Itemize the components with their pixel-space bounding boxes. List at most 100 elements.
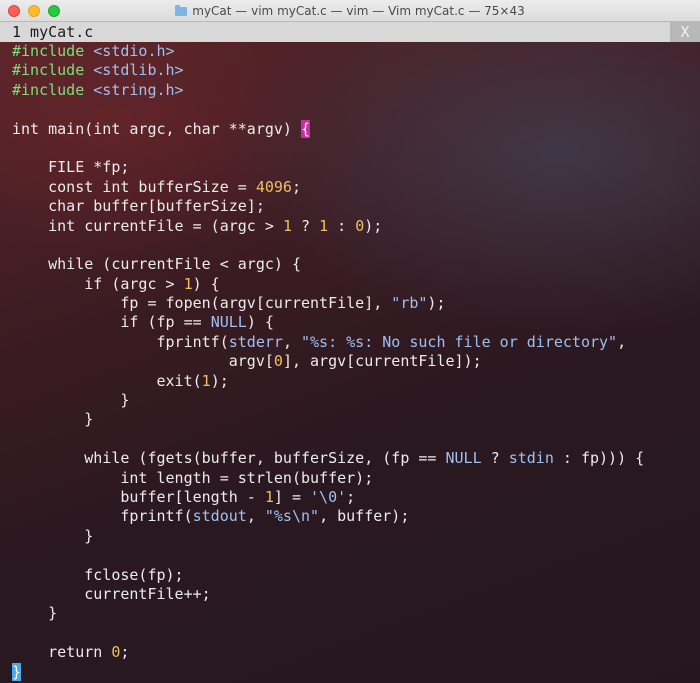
code-line[interactable]: #include <string.h> (12, 81, 644, 100)
code-token: ; (346, 487, 356, 506)
code-line[interactable]: char buffer[bufferSize]; (12, 197, 644, 216)
code-token: , buffer); (319, 507, 410, 526)
code-token: fclose(fp); (12, 565, 184, 584)
code-line[interactable]: fprintf(stderr, "%s: %s: No such file or… (12, 333, 644, 352)
code-line[interactable] (12, 546, 644, 565)
code-token: 4096 (255, 177, 292, 196)
code-token: int currentFile = (argc > (12, 216, 283, 235)
code-line[interactable]: while (currentFile < argc) { (12, 255, 644, 274)
title-bar[interactable]: myCat — vim myCat.c — vim — Vim myCat.c … (0, 0, 700, 22)
code-line[interactable]: exit(1); (12, 372, 644, 391)
code-token: ) { (192, 274, 220, 293)
code-token: #include (12, 42, 94, 60)
window-title-area: myCat — vim myCat.c — vim — Vim myCat.c … (0, 0, 700, 22)
code-line[interactable]: if (argc > 1) { (12, 275, 644, 294)
code-token: "%s: %s: No such file or directory" (301, 332, 618, 351)
code-line[interactable]: int currentFile = (argc > 1 ? 1 : 0); (12, 217, 644, 236)
editor-area[interactable]: #include <stdio.h> #include <stdlib.h> #in… (0, 42, 700, 683)
code-line[interactable]: fprintf(stdout, "%s\n", buffer); (12, 507, 644, 526)
code-token: if (argc > (12, 274, 184, 293)
code-token: 1 (183, 274, 193, 293)
code-token: char buffer[bufferSize]; (12, 197, 265, 216)
code-line[interactable]: } (12, 391, 644, 410)
code-line[interactable]: argv[0], argv[currentFile]); (12, 352, 644, 371)
code-line[interactable]: } (12, 662, 644, 682)
code-token: } (12, 604, 58, 623)
code-token: return (12, 643, 112, 662)
code-line[interactable]: while (fgets(buffer, bufferSize, (fp == … (12, 449, 644, 468)
code-token: "rb" (391, 294, 428, 313)
code-token: <string.h> (93, 80, 184, 99)
code-line[interactable]: fp = fopen(argv[currentFile], "rb"); (12, 294, 644, 313)
code-token: "%s\n" (264, 507, 320, 526)
code-token: , (617, 332, 627, 351)
code-token: 1 (282, 216, 292, 235)
code-token: #include (12, 80, 94, 99)
matching-bracket: { (300, 119, 311, 138)
code-token: ; (120, 643, 130, 662)
window-title: myCat — vim myCat.c — vim — Vim myCat.c … (192, 4, 525, 18)
code-token: <stdio.h> (93, 42, 175, 60)
code-token: , (282, 332, 301, 351)
code-token: NULL (210, 313, 247, 332)
code-token: argv[ (12, 352, 274, 371)
code-line[interactable]: const int bufferSize = 4096; (12, 178, 644, 197)
code-token: const int bufferSize = (12, 177, 256, 196)
code-line[interactable]: FILE *fp; (12, 158, 644, 177)
code-token: stdout (192, 507, 247, 526)
code-token: while (fgets(buffer, bufferSize, (fp == (12, 449, 446, 468)
vim-tabline: 1 myCat.c X (0, 22, 700, 42)
code-line[interactable]: } (12, 410, 644, 429)
code-token: '\0' (310, 487, 347, 506)
code-line[interactable] (12, 430, 644, 449)
code-token: ? (291, 216, 320, 235)
code-line[interactable]: } (12, 527, 644, 546)
code-line[interactable]: fclose(fp); (12, 566, 644, 585)
code-token: 0 (355, 216, 365, 235)
code-line[interactable]: } (12, 604, 644, 623)
code-token: currentFile++; (12, 584, 211, 603)
code-token: stderr (228, 332, 283, 351)
code-token: exit( (12, 371, 202, 390)
code-token: stdin (508, 449, 554, 468)
cursor: } (12, 662, 22, 681)
code-token: ) { (246, 313, 274, 332)
code-token: int main(int argc, char **argv) (12, 119, 301, 138)
code-line[interactable]: int length = strlen(buffer); (12, 469, 644, 488)
close-tab-button[interactable]: X (670, 22, 700, 42)
code-line[interactable]: int main(int argc, char **argv) { (12, 119, 644, 139)
code-token: ? (481, 449, 509, 468)
code-line[interactable] (12, 624, 644, 643)
code-token: } (12, 410, 94, 429)
code-line[interactable] (12, 139, 644, 158)
code-line[interactable]: if (fp == NULL) { (12, 313, 644, 332)
code-token: fprintf( (12, 507, 193, 526)
code-token: fp = fopen(argv[currentFile], (12, 294, 392, 313)
code-token: FILE *fp; (12, 158, 130, 177)
code-line[interactable] (12, 100, 644, 119)
code-token: , (246, 507, 265, 526)
code-token: ], argv[currentFile]); (282, 352, 482, 371)
code-buffer[interactable]: #include <stdio.h> #include <stdlib.h> #in… (12, 42, 644, 682)
code-token: buffer[length - (12, 487, 265, 506)
code-token: 1 (264, 487, 274, 506)
code-line[interactable]: currentFile++; (12, 585, 644, 604)
folder-icon (175, 4, 188, 16)
code-token: : (328, 216, 356, 235)
code-token: 1 (319, 216, 329, 235)
code-line[interactable]: return 0; (12, 643, 644, 662)
code-token: ] = (273, 487, 311, 506)
tab-mycat[interactable]: 1 myCat.c (0, 23, 93, 41)
code-line[interactable]: buffer[length - 1] = '\0'; (12, 488, 644, 507)
code-token: NULL (445, 449, 482, 468)
code-token: #include (12, 61, 94, 80)
terminal-window: myCat — vim myCat.c — vim — Vim myCat.c … (0, 0, 700, 683)
code-line[interactable] (12, 236, 644, 255)
code-token: if (fp == (12, 313, 211, 332)
code-token: } (12, 526, 94, 545)
code-line[interactable]: #include <stdlib.h> (12, 61, 644, 80)
code-token: 0 (273, 352, 283, 371)
code-line[interactable]: #include <stdio.h> (12, 42, 644, 61)
code-token: ; (291, 177, 301, 196)
code-token: ); (427, 294, 446, 313)
